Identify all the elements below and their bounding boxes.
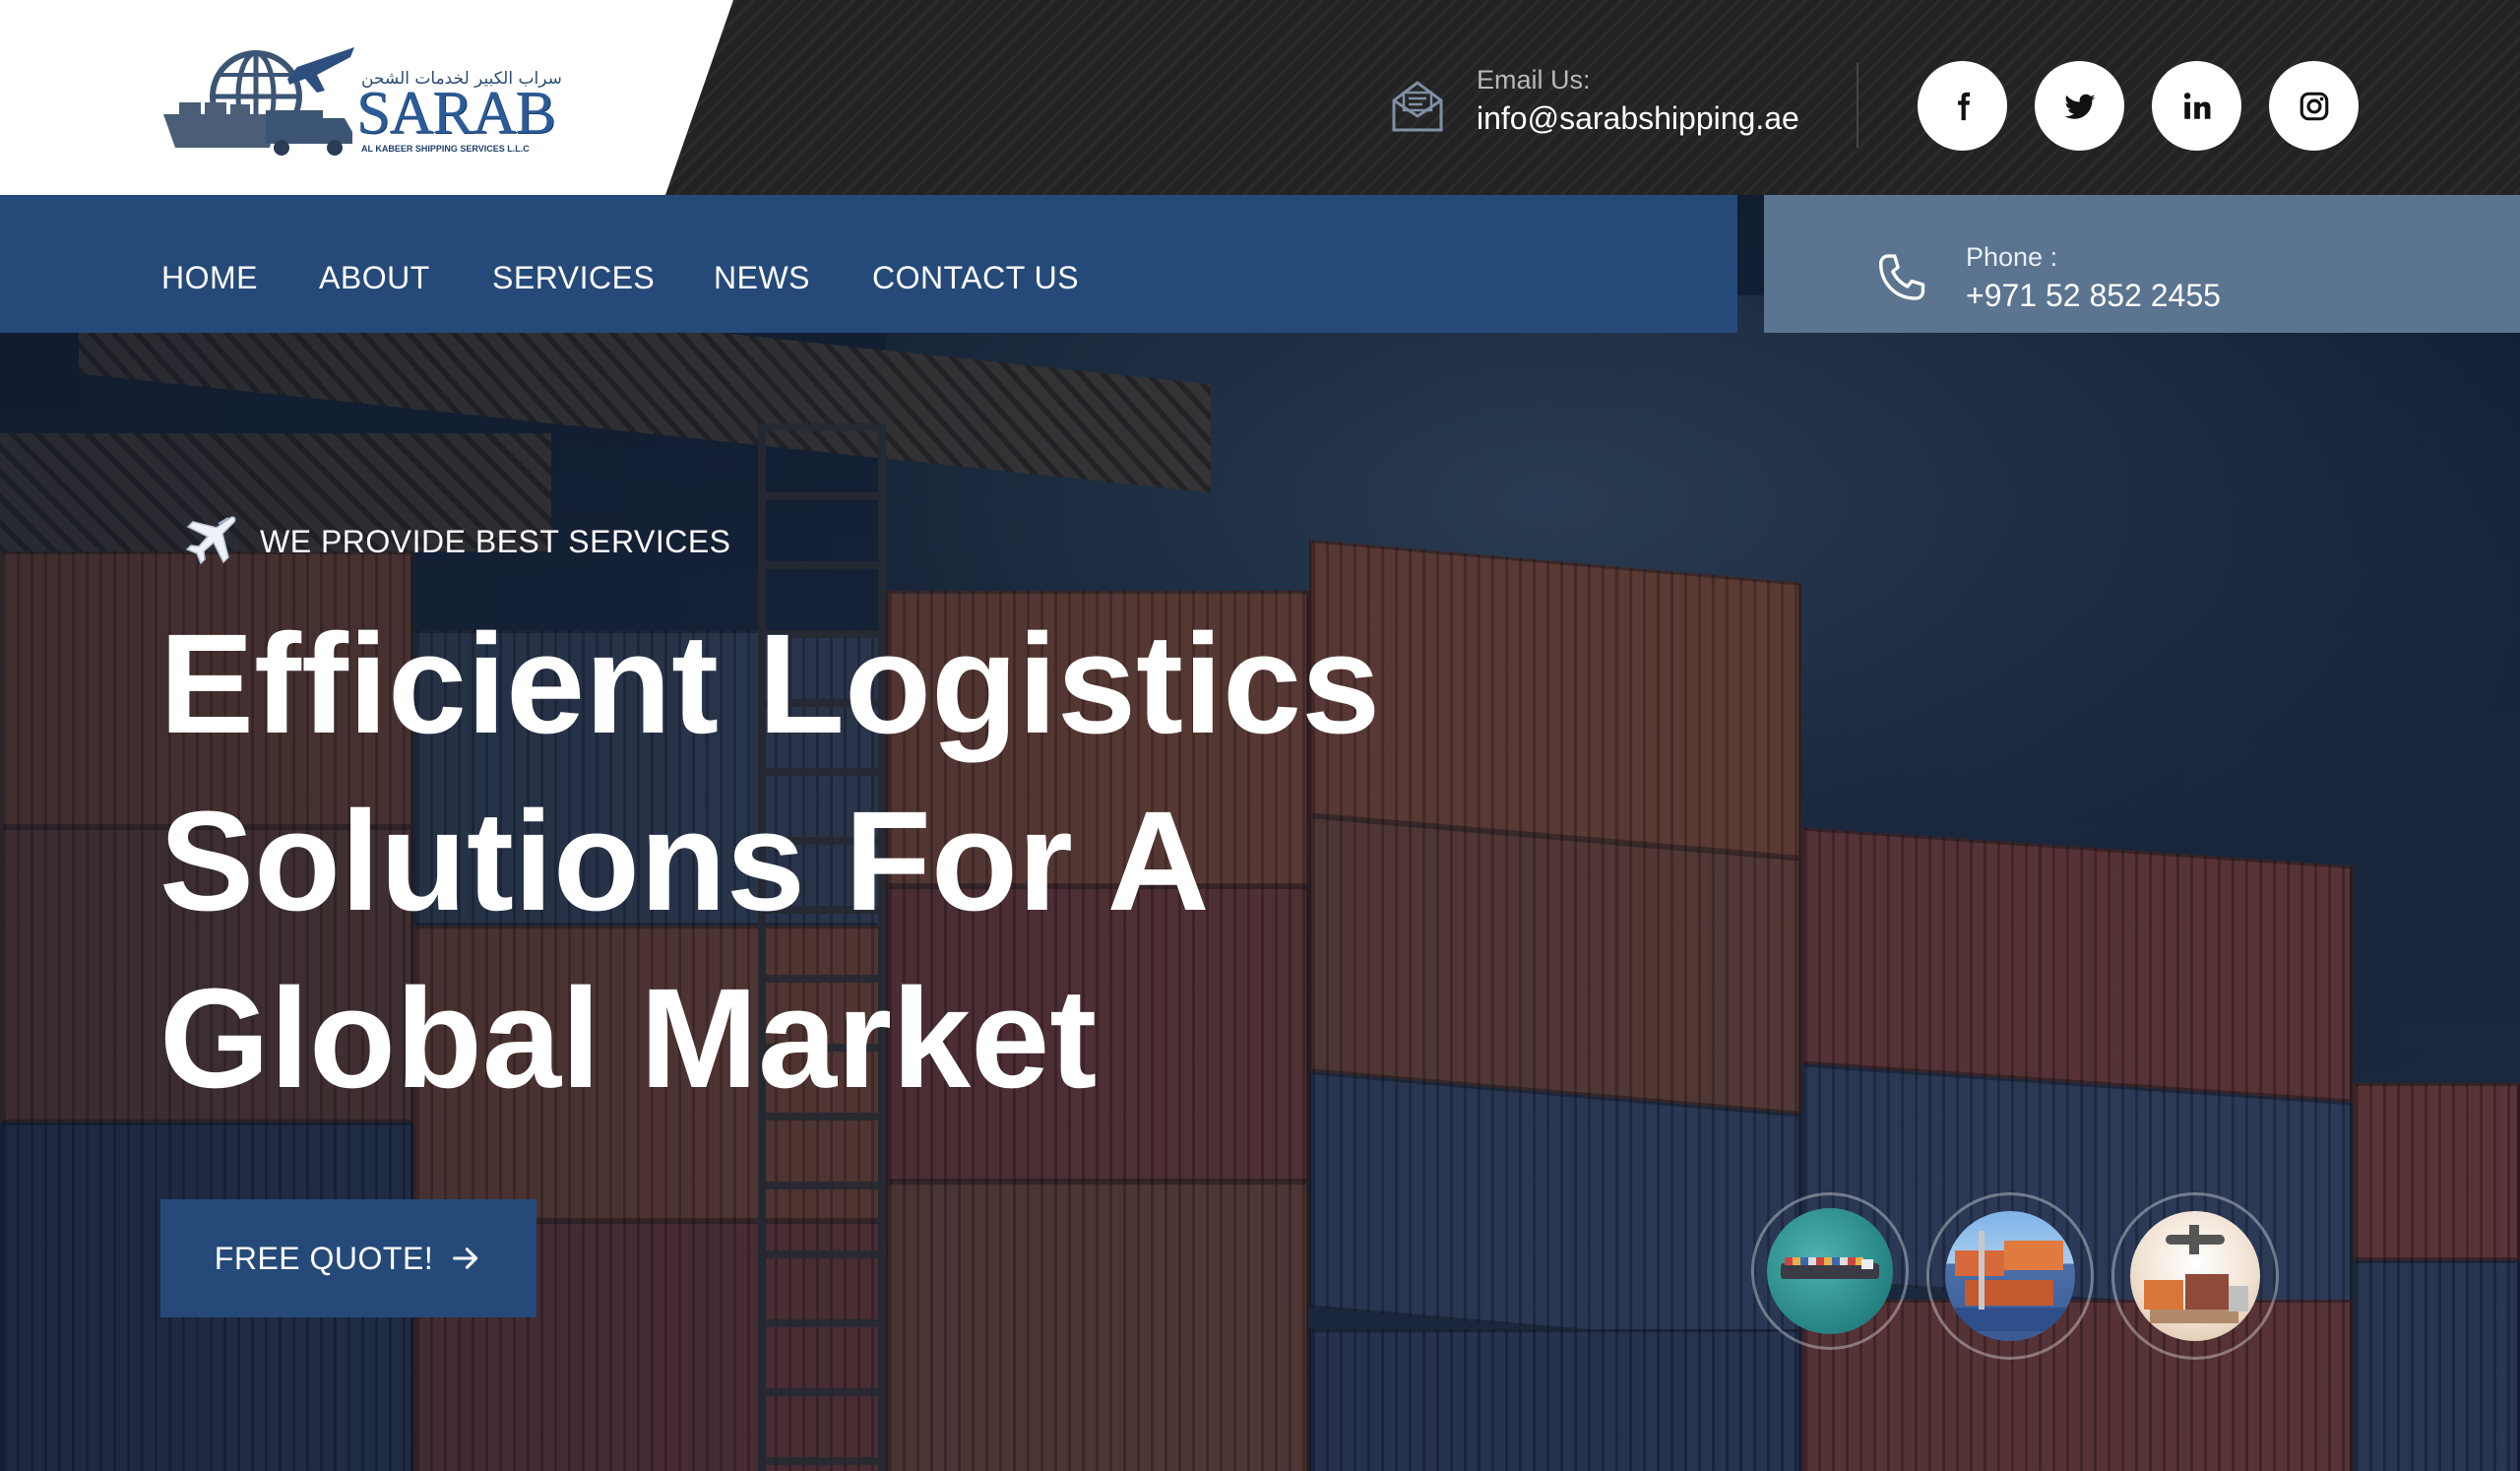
- free-quote-button[interactable]: FREE QUOTE!: [160, 1199, 536, 1317]
- twitter-icon: [2063, 94, 2096, 119]
- free-quote-label: FREE QUOTE!: [214, 1240, 434, 1276]
- nav-item-news[interactable]: NEWS: [714, 260, 810, 296]
- airplane-icon: [185, 516, 236, 565]
- email-address-link[interactable]: info@sarabshipping.ae: [1477, 100, 1799, 137]
- phone-label: Phone :: [1966, 242, 2058, 272]
- facebook-button[interactable]: [1918, 61, 2007, 151]
- hero-title: Efficient Logistics Solutions For A Glob…: [159, 596, 1439, 1127]
- envelope-icon: [1392, 81, 1443, 132]
- nav-item-about[interactable]: ABOUT: [319, 260, 430, 296]
- arrow-right-icon: [453, 1247, 478, 1269]
- brand-name: SARAB: [356, 80, 556, 147]
- nav-item-home[interactable]: HOME: [161, 260, 258, 296]
- topbar-divider: [1857, 63, 1858, 148]
- nav-item-contact-us[interactable]: CONTACT US: [872, 260, 1079, 296]
- globe-ship-plane-icon: [163, 47, 354, 156]
- hero-title-line-3: Global Market: [159, 959, 1098, 1118]
- linkedin-button[interactable]: [2152, 61, 2241, 151]
- hero-title-line-2: Solutions For A: [159, 782, 1210, 940]
- nav-item-services[interactable]: SERVICES: [492, 260, 655, 296]
- phone-number-link[interactable]: +971 52 852 2455: [1966, 278, 2221, 314]
- containers-thumbnail[interactable]: [1926, 1192, 2094, 1360]
- instagram-icon: [2300, 92, 2328, 120]
- phone-contact[interactable]: Phone : +971 52 852 2455: [1764, 195, 2520, 333]
- linkedin-icon: [2183, 92, 2210, 119]
- brand-subtitle: AL KABEER SHIPPING SERVICES L.L.C: [361, 144, 530, 154]
- tagline-text: WE PROVIDE BEST SERVICES: [260, 524, 731, 559]
- facebook-icon: [1957, 92, 1970, 120]
- logo-area: سراب الكبير لخدمات الشحن SARAB AL KABEER…: [0, 0, 733, 195]
- cargo-ship-thumbnail[interactable]: [1751, 1192, 1909, 1350]
- instagram-button[interactable]: [2269, 61, 2359, 151]
- top-bar: سراب الكبير لخدمات الشحن SARAB AL KABEER…: [0, 0, 2520, 195]
- email-label: Email Us:: [1477, 65, 1591, 95]
- hero-title-line-1: Efficient Logistics: [159, 605, 1381, 763]
- main-navigation: HOME ABOUT SERVICES NEWS CONTACT US: [0, 195, 1737, 333]
- twitter-button[interactable]: [2035, 61, 2124, 151]
- phone-icon: [1879, 254, 1925, 300]
- air-freight-thumbnail[interactable]: [2111, 1192, 2279, 1360]
- brand-logo[interactable]: سراب الكبير لخدمات الشحن SARAB AL KABEER…: [159, 45, 562, 161]
